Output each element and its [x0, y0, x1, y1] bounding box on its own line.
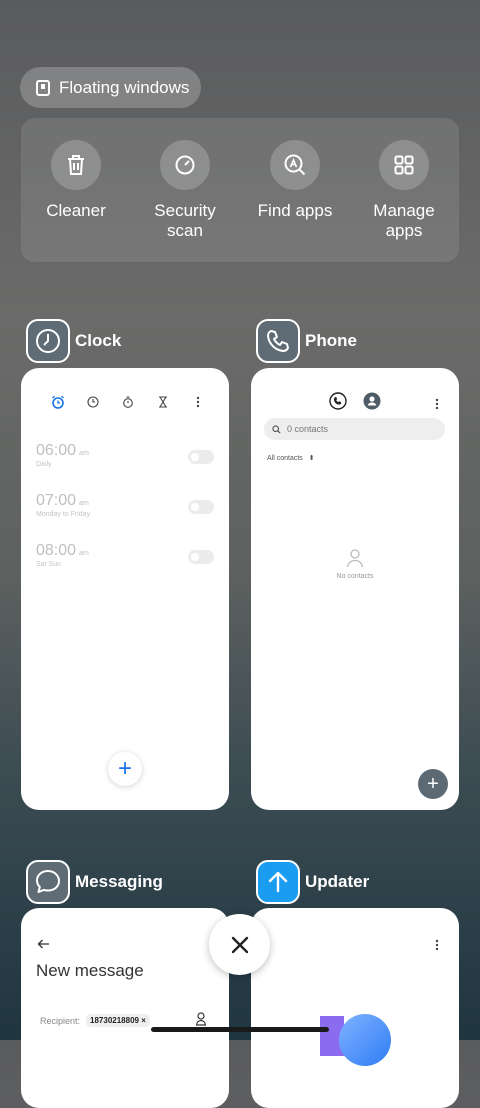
dialer-icon[interactable]: [329, 392, 347, 415]
back-arrow-icon[interactable]: [37, 936, 50, 954]
alarm-ampm: am: [79, 550, 89, 557]
phone-app-icon: [256, 319, 300, 363]
trash-icon: [51, 140, 101, 190]
find-apps-label: Find apps: [257, 201, 333, 220]
world-clock-icon[interactable]: [75, 392, 110, 412]
clock-app-preview[interactable]: 06:00 am Daily 07:00 am Monday to Friday 0…: [21, 368, 229, 810]
filter-label: All contacts: [267, 455, 303, 462]
manage-apps-icon: [379, 140, 429, 190]
clock-app-name: Clock: [75, 331, 122, 350]
alarm-time: 07:00: [36, 492, 77, 509]
messaging-app-icon: [26, 860, 70, 904]
updater-app-icon: [256, 860, 300, 904]
more-options-icon[interactable]: [435, 397, 439, 415]
clock-tabs: [40, 392, 215, 412]
recipient-field[interactable]: Recipient: 18730218809 ×: [40, 1014, 150, 1027]
find-apps-icon: [270, 140, 320, 190]
updater-app-name: Updater: [305, 872, 370, 891]
updater-app-header[interactable]: Updater: [256, 860, 369, 904]
empty-state: No contacts: [251, 548, 459, 580]
close-all-button[interactable]: [209, 914, 270, 975]
plus-icon: +: [427, 772, 439, 795]
security-scan-label: Security scan: [154, 201, 216, 240]
alarm-ampm: am: [79, 500, 89, 507]
messaging-app-header[interactable]: Messaging: [26, 860, 163, 904]
alarm-toggle[interactable]: [188, 500, 214, 514]
alarm-days: Sat Sun: [36, 561, 61, 568]
plus-icon: +: [117, 755, 132, 782]
floating-windows-button[interactable]: Floating windows: [20, 67, 201, 108]
contacts-icon[interactable]: [363, 392, 381, 415]
security-scan-button[interactable]: Security scan: [130, 140, 240, 241]
clock-app-icon: [26, 319, 70, 363]
more-options-icon[interactable]: [180, 392, 215, 412]
contacts-filter-dropdown[interactable]: All contacts ⬍: [267, 454, 315, 462]
phone-app-preview[interactable]: 0 contacts All contacts ⬍ No contacts +: [251, 368, 459, 810]
updater-app-preview[interactable]: [251, 908, 459, 1108]
manage-apps-label: Manage apps: [373, 201, 435, 240]
phone-app-name: Phone: [305, 331, 357, 350]
alarm-icon[interactable]: [40, 392, 75, 412]
alarm-time: 08:00: [36, 542, 77, 559]
recipient-chip[interactable]: 18730218809 ×: [86, 1014, 150, 1027]
manage-apps-button[interactable]: Manage apps: [349, 140, 459, 241]
messaging-app-name: Messaging: [75, 872, 163, 891]
alarm-days: Daily: [36, 461, 52, 468]
add-alarm-button[interactable]: +: [108, 752, 142, 786]
stopwatch-icon[interactable]: [110, 392, 145, 412]
more-options-icon[interactable]: [435, 938, 439, 956]
phone-tabs: [251, 392, 459, 415]
new-message-title: New message: [36, 961, 144, 980]
alarm-days: Monday to Friday: [36, 511, 91, 518]
floating-windows-label: Floating windows: [59, 77, 190, 97]
sort-arrows-icon: ⬍: [308, 455, 315, 462]
empty-label: No contacts: [336, 573, 374, 580]
messaging-app-preview[interactable]: New message Recipient: 18730218809 ×: [21, 908, 229, 1108]
alarm-toggle[interactable]: [188, 450, 214, 464]
timer-icon[interactable]: [145, 392, 180, 412]
search-icon: [272, 424, 281, 434]
quick-tools-panel: Cleaner Security scan Find apps Manage a…: [21, 118, 459, 262]
find-apps-button[interactable]: Find apps: [240, 140, 350, 221]
cleaner-label: Cleaner: [46, 201, 106, 220]
search-placeholder: 0 contacts: [287, 424, 329, 434]
home-gesture-bar[interactable]: [151, 1027, 329, 1032]
alarm-time: 06:00: [36, 442, 77, 459]
contacts-search-input[interactable]: 0 contacts: [264, 418, 445, 440]
add-contact-button[interactable]: +: [418, 769, 448, 799]
close-icon: [231, 936, 248, 953]
phone-app-header[interactable]: Phone: [256, 319, 357, 363]
cleaner-button[interactable]: Cleaner: [21, 140, 131, 221]
recipient-label: Recipient:: [40, 1015, 81, 1026]
floating-window-icon: [36, 79, 50, 96]
updater-illustration-circle: [339, 1014, 391, 1066]
clock-app-header[interactable]: Clock: [26, 319, 121, 363]
person-icon: [346, 549, 364, 568]
security-scan-icon: [160, 140, 210, 190]
alarm-toggle[interactable]: [188, 550, 214, 564]
alarm-ampm: am: [79, 450, 89, 457]
